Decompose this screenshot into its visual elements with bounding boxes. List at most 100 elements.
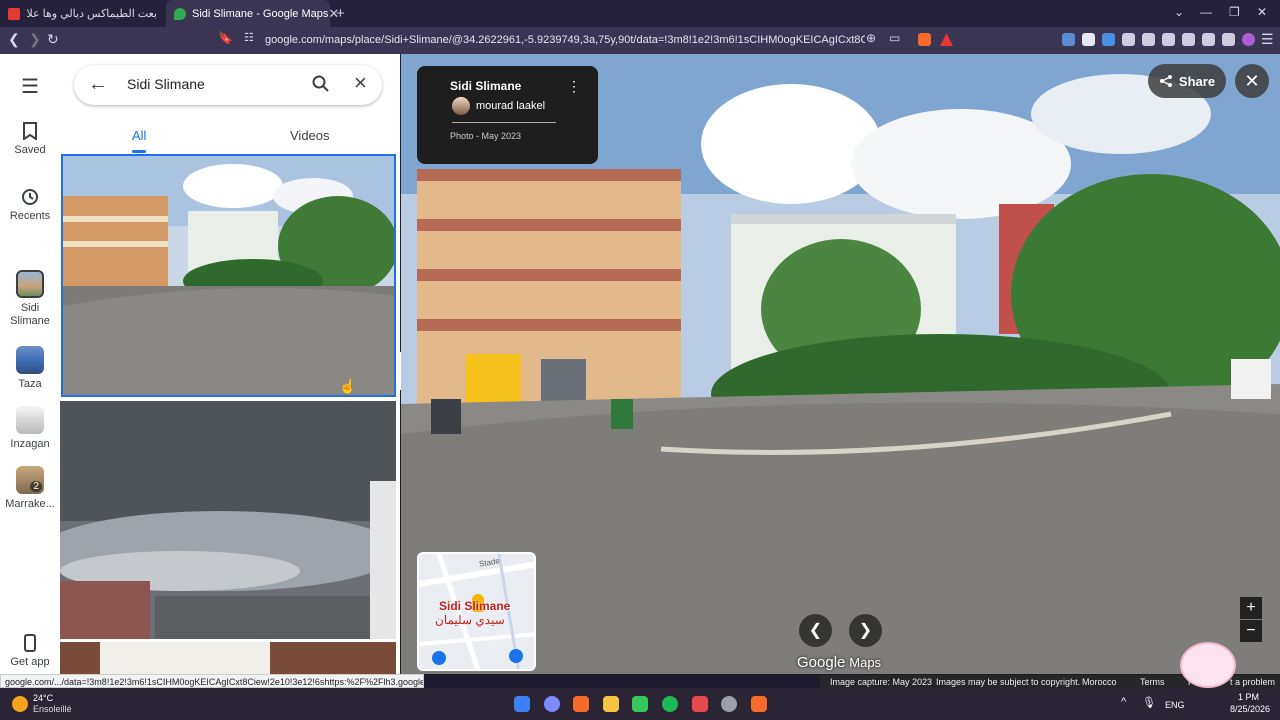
browser-tab-maps[interactable]: Sidi Slimane - Google Maps ✕ <box>166 0 339 27</box>
back-arrow-icon[interactable]: ← <box>88 73 108 96</box>
reload-button[interactable]: ↻ <box>47 31 59 48</box>
windows-taskbar: ^ 🎙 <box>0 688 1280 720</box>
recents-button[interactable]: Recents <box>0 188 60 222</box>
avatar[interactable] <box>452 97 470 115</box>
place-label: Marrake... <box>5 498 55 510</box>
maximize-button[interactable]: ❐ <box>1229 5 1240 19</box>
recent-place-marrakech[interactable]: 2 Marrake... <box>0 466 60 510</box>
profile-icon[interactable] <box>1242 33 1255 46</box>
more-options-icon[interactable]: ⋮ <box>567 78 581 95</box>
file-explorer-icon[interactable] <box>603 696 619 712</box>
tab-search-icon[interactable]: ⌄ <box>1174 5 1184 19</box>
app-icon[interactable] <box>692 696 708 712</box>
cast-icon[interactable]: ▭ <box>889 31 900 45</box>
vpn-icon[interactable] <box>1222 33 1235 46</box>
app-icon[interactable] <box>632 696 648 712</box>
extension-icon[interactable] <box>1102 33 1115 46</box>
get-app-button[interactable]: Get app <box>0 634 60 668</box>
divider <box>452 122 556 123</box>
mouse-cursor: ☝ <box>339 378 357 394</box>
brave-icon[interactable] <box>573 696 589 712</box>
saved-button[interactable]: Saved <box>0 122 60 156</box>
google-maps-logo: Google Maps <box>797 654 881 671</box>
zoom-icon[interactable]: ⊕ <box>866 31 876 45</box>
photos-side-panel: ← Sidi Slimane × All Videos ☝ <box>60 54 400 674</box>
language-indicator[interactable]: ENG <box>1165 700 1185 710</box>
recents-label: Recents <box>9 210 51 222</box>
discord-icon[interactable] <box>544 696 560 712</box>
photo-thumbnail[interactable] <box>60 642 396 674</box>
browser-toolbar: ❮ ❯ ↻ 🔖 ☷ google.com/maps/place/Sidi+Sli… <box>0 27 1280 54</box>
recent-place-inzagan[interactable]: Inzagan <box>0 406 60 450</box>
weather-icon[interactable] <box>12 696 28 712</box>
place-label: Taza <box>18 378 42 390</box>
brave-icon[interactable] <box>751 696 767 712</box>
place-thumbnail <box>16 406 44 434</box>
photo-count-badge: 2 <box>30 481 42 492</box>
hamburger-menu-icon[interactable]: ☰ <box>0 74 60 99</box>
previous-photo-button[interactable]: ❮ <box>799 614 832 647</box>
image-capture-date: Image capture: May 2023 <box>830 677 933 687</box>
building-photo <box>60 642 396 674</box>
bookmark-icon[interactable]: 🔖 <box>218 31 233 45</box>
leo-icon[interactable] <box>1202 33 1215 46</box>
author-name[interactable]: mourad laakel <box>476 100 545 112</box>
close-viewer-button[interactable]: ✕ <box>1235 64 1269 98</box>
close-window-button[interactable]: ✕ <box>1257 5 1267 19</box>
terms-link[interactable]: Terms <box>1140 677 1165 687</box>
report-problem-link[interactable]: t a problem <box>1230 677 1275 687</box>
minimap-place-label-ar: سيدي سليمان <box>435 613 505 627</box>
url-text[interactable]: google.com/maps/place/Sidi+Slimane/@34.2… <box>265 34 865 46</box>
recent-place-taza[interactable]: Taza <box>0 346 60 390</box>
photo-thumbnail[interactable]: ☝ <box>61 154 396 397</box>
share-button[interactable]: Share <box>1148 64 1226 98</box>
microphone-icon[interactable]: 🎙 <box>1142 696 1156 709</box>
minimap[interactable]: Stade Sidi Slimane سيدي سليمان <box>417 552 536 671</box>
clear-search-icon[interactable]: × <box>354 70 367 96</box>
forward-button[interactable]: ❯ <box>29 31 41 48</box>
new-tab-button[interactable]: + <box>336 5 345 22</box>
search-input[interactable]: Sidi Slimane <box>127 76 205 92</box>
active-tab-indicator <box>132 150 146 153</box>
zoom-out-button[interactable]: − <box>1240 620 1262 642</box>
place-thumbnail <box>16 270 44 298</box>
hello-kitty-sticker <box>1180 642 1236 688</box>
clock-date[interactable]: 8/25/2026 <box>1230 704 1270 714</box>
extension-icon[interactable] <box>1082 33 1095 46</box>
history-icon <box>22 189 38 205</box>
media-icon[interactable] <box>1142 33 1155 46</box>
clock-time[interactable]: 1 PM <box>1238 692 1259 702</box>
search-icon[interactable] <box>312 75 330 93</box>
app-icon[interactable] <box>721 696 737 712</box>
puzzle-icon[interactable] <box>1122 33 1135 46</box>
browser-tab-youtube[interactable]: بعت الطيماكس ديالي وها علاش😃 رحـ <box>0 0 165 27</box>
share-label: Share <box>1178 73 1216 89</box>
sidebar-icon[interactable] <box>1162 33 1175 46</box>
weather-description: Ensoleillé <box>33 704 72 714</box>
minimize-button[interactable]: — <box>1200 5 1212 19</box>
back-button[interactable]: ❮ <box>8 31 20 48</box>
get-app-label: Get app <box>10 656 50 668</box>
tab-all[interactable]: All <box>132 128 146 143</box>
next-photo-button[interactable]: ❯ <box>849 614 882 647</box>
photo-thumbnail[interactable] <box>60 401 396 639</box>
logo-google: Google <box>797 654 846 671</box>
tab-videos[interactable]: Videos <box>290 128 330 143</box>
link-status-bar: google.com/.../data=!3m8!1e2!3m6!1sCIHM0… <box>0 674 424 688</box>
search-box[interactable]: ← Sidi Slimane × <box>74 65 382 105</box>
phone-icon <box>24 634 36 652</box>
maps-pin-icon <box>174 7 186 20</box>
logo-maps: Maps <box>849 655 882 670</box>
recent-place-sidi-slimane[interactable]: Sidi Slimane <box>0 270 60 328</box>
place-name[interactable]: Sidi Slimane <box>450 79 521 93</box>
extension-icon[interactable] <box>1062 33 1075 46</box>
tray-chevron-icon[interactable]: ^ <box>1121 696 1126 708</box>
wallet-icon[interactable] <box>1182 33 1195 46</box>
country-link[interactable]: Morocco <box>1082 677 1117 687</box>
zoom-in-button[interactable]: + <box>1240 597 1262 619</box>
spotify-icon[interactable] <box>662 696 678 712</box>
windows-start-icon[interactable] <box>514 696 530 712</box>
menu-icon[interactable]: ☰ <box>1261 31 1274 48</box>
saved-label: Saved <box>14 144 46 156</box>
brave-shields-icon[interactable] <box>918 33 931 46</box>
